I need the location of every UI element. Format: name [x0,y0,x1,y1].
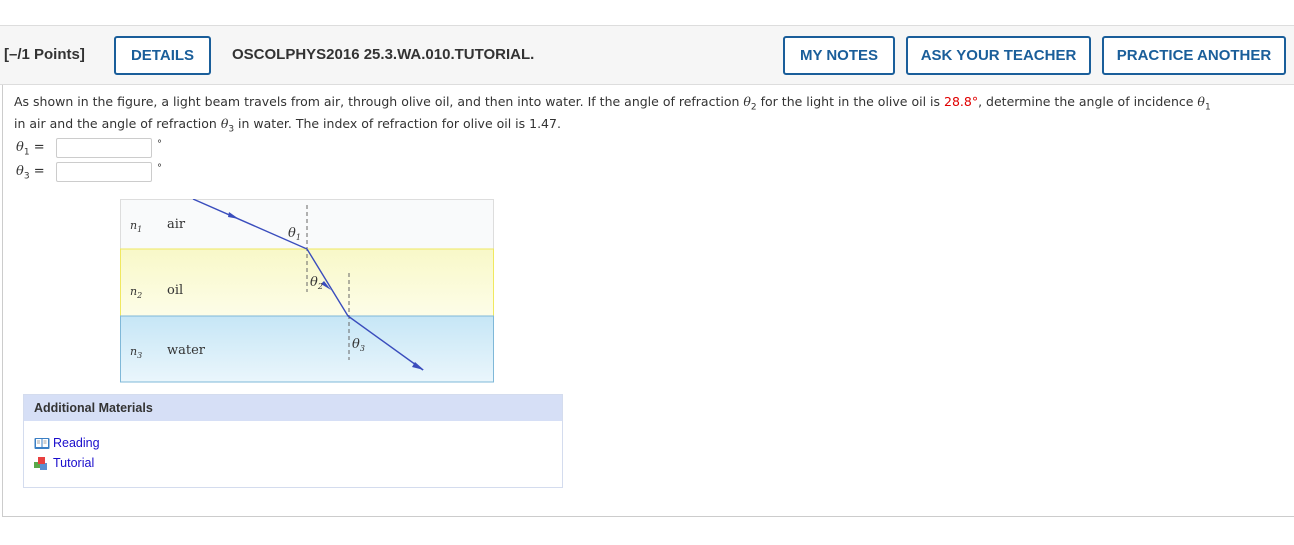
book-icon [34,437,50,449]
degree-unit: ° [157,139,162,150]
refraction-figure: n1 air n2 oil n3 water θ1 θ2 θ3 [120,199,494,383]
additional-materials-title: Additional Materials [24,395,562,421]
details-button[interactable]: DETAILS [114,36,211,75]
question-text-line1: As shown in the figure, a light beam tra… [14,94,1211,113]
ask-teacher-button[interactable]: ASK YOUR TEACHER [906,36,1091,75]
air-label: air [167,217,186,232]
theta1-input[interactable] [56,138,152,158]
theta3-label: θ3 = [16,164,45,182]
theta1-label: θ1 = [16,140,45,158]
oil-label: oil [167,283,183,298]
practice-another-button[interactable]: PRACTICE ANOTHER [1102,36,1286,75]
theta3-input[interactable] [56,162,152,182]
question-id: OSCOLPHYS2016 25.3.WA.010.TUTORIAL. [232,46,535,63]
given-value: 28.8° [944,94,979,109]
cubes-icon [34,456,47,470]
reading-link[interactable]: Reading [34,436,100,450]
additional-materials-panel: Additional Materials Reading Tutorial [23,394,563,488]
water-label: water [167,343,206,358]
question-text-line2: in air and the angle of refraction θ3 in… [14,116,561,135]
degree-unit: ° [157,163,162,174]
tutorial-link[interactable]: Tutorial [34,456,94,470]
points-label: [–/1 Points] [4,46,85,63]
my-notes-button[interactable]: MY NOTES [783,36,895,75]
question-header: [–/1 Points] DETAILS OSCOLPHYS2016 25.3.… [0,25,1294,85]
